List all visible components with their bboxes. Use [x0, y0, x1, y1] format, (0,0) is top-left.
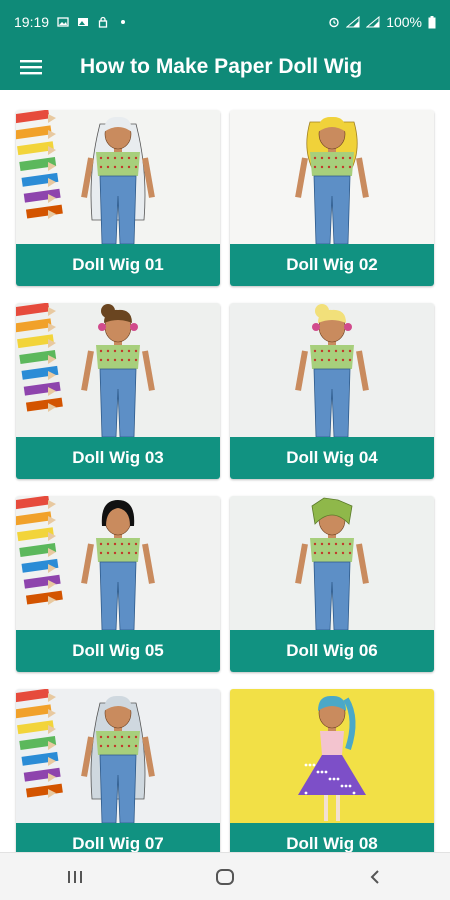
- doll-wig-label: Doll Wig 05: [16, 630, 220, 672]
- navigation-bar: [0, 852, 450, 900]
- doll-wig-thumbnail: [230, 689, 434, 823]
- image-icon: [57, 17, 69, 27]
- lock-icon: [98, 16, 108, 28]
- doll-wig-label: Doll Wig 04: [230, 437, 434, 479]
- doll-wig-label: Doll Wig 07: [16, 823, 220, 852]
- status-time: 19:19: [14, 14, 50, 30]
- doll-wig-thumbnail: [16, 689, 220, 823]
- doll-wig-card[interactable]: Doll Wig 06: [230, 496, 434, 672]
- app-bar: How to Make Paper Doll Wig: [0, 44, 450, 90]
- doll-wig-card[interactable]: Doll Wig 03: [16, 303, 220, 479]
- doll-wig-label: Doll Wig 06: [230, 630, 434, 672]
- doll-wig-thumbnail: [230, 110, 434, 244]
- battery-percent: 100%: [386, 14, 422, 30]
- back-icon[interactable]: [345, 857, 405, 897]
- gallery-icon: [78, 18, 89, 26]
- hamburger-menu-icon[interactable]: [0, 44, 62, 90]
- doll-wig-thumbnail: [16, 303, 220, 437]
- doll-wig-card[interactable]: Doll Wig 04: [230, 303, 434, 479]
- doll-wig-thumbnail: [16, 496, 220, 630]
- doll-wig-label: Doll Wig 03: [16, 437, 220, 479]
- doll-wig-grid: Doll Wig 01 Doll Wig 02 Doll Wig 03 Doll Wi…: [0, 90, 450, 852]
- doll-wig-label: Doll Wig 02: [230, 244, 434, 286]
- doll-wig-thumbnail: [16, 110, 220, 244]
- status-left: 19:19: [14, 14, 129, 30]
- signal-icon: [346, 16, 360, 28]
- doll-wig-label: Doll Wig 08: [230, 823, 434, 852]
- doll-wig-label: Doll Wig 01: [16, 244, 220, 286]
- doll-wig-thumbnail: [230, 303, 434, 437]
- home-icon[interactable]: [195, 857, 255, 897]
- doll-wig-card[interactable]: Doll Wig 05: [16, 496, 220, 672]
- doll-wig-card[interactable]: Doll Wig 01: [16, 110, 220, 286]
- signal-icon-2: [366, 16, 380, 28]
- doll-wig-card[interactable]: Doll Wig 07: [16, 689, 220, 852]
- battery-icon: [428, 15, 436, 28]
- status-right: 100%: [328, 14, 436, 30]
- doll-wig-card[interactable]: Doll Wig 02: [230, 110, 434, 286]
- doll-wig-card[interactable]: Doll Wig 08: [230, 689, 434, 852]
- alarm-icon: [329, 17, 339, 28]
- recents-icon[interactable]: [45, 857, 105, 897]
- page-title: How to Make Paper Doll Wig: [80, 55, 363, 78]
- notification-dot-icon: [121, 20, 126, 24]
- status-bar: 19:19 100%: [0, 0, 450, 44]
- doll-wig-thumbnail: [230, 496, 434, 630]
